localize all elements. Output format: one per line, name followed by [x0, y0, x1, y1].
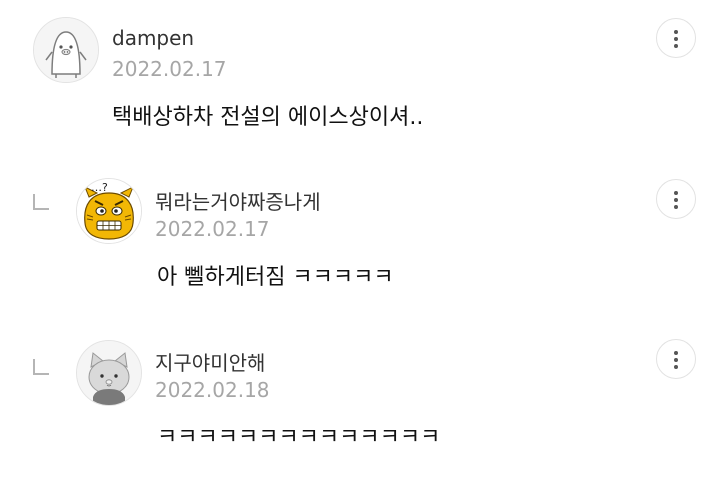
more-options-button[interactable]	[656, 179, 696, 219]
comment-author[interactable]: 지구야미안해	[155, 347, 265, 376]
more-options-button[interactable]	[656, 339, 696, 379]
comment-date: 2022.02.18	[155, 378, 270, 402]
comment-text: 아 뻴하게터짐 ㅋㅋㅋㅋㅋ	[157, 265, 394, 290]
reply-indicator-icon	[33, 359, 49, 375]
comment-text: 택배상하차 전설의 에이스상이셔..	[112, 105, 424, 130]
comment-text: ㅋㅋㅋㅋㅋㅋㅋㅋㅋㅋㅋㅋㅋㅋ	[157, 425, 441, 450]
comment-author[interactable]: 뭐라는거야짜증나게	[155, 186, 321, 215]
reply-item: …? 뭐라는거야짜증나게 2022.02.17 아 뻴하게터짐 ㅋㅋㅋㅋㅋ	[0, 150, 720, 315]
penguin-avatar-icon	[34, 18, 98, 82]
gray-cat-avatar-icon	[77, 341, 141, 405]
comment-item: dampen 2022.02.17 택배상하차 전설의 에이스상이셔..	[0, 0, 720, 150]
reply-item: 지구야미안해 2022.02.18 ㅋㅋㅋㅋㅋㅋㅋㅋㅋㅋㅋㅋㅋㅋ	[0, 315, 720, 479]
reply-indicator-icon	[33, 194, 49, 210]
avatar[interactable]	[33, 17, 99, 83]
avatar[interactable]	[76, 340, 142, 406]
more-options-button[interactable]	[656, 18, 696, 58]
comment-author[interactable]: dampen	[112, 26, 194, 50]
comment-date: 2022.02.17	[112, 57, 227, 81]
comment-date: 2022.02.17	[155, 217, 270, 241]
annoyed-tiger-avatar-icon: …?	[77, 179, 141, 243]
avatar[interactable]: …?	[76, 178, 142, 244]
svg-text:…?: …?	[91, 181, 108, 194]
